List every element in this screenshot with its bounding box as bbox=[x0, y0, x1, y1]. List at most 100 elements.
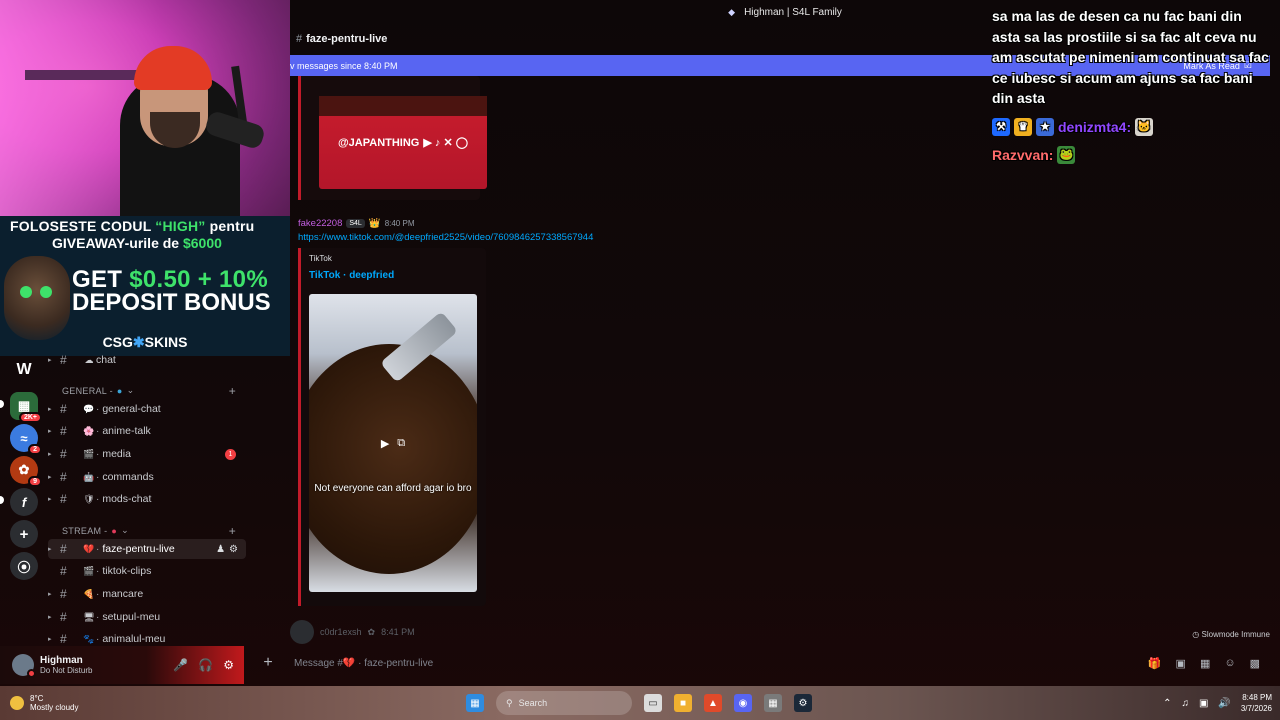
promo-brand-a: CSG bbox=[102, 334, 133, 350]
open-external-icon[interactable]: ⧉ bbox=[397, 437, 405, 450]
user-status: Do Not Disturb bbox=[40, 666, 93, 675]
promo-amount: $6000 bbox=[182, 235, 222, 251]
add-channel-icon[interactable]: + bbox=[229, 384, 236, 398]
message-composer[interactable]: + Message #💔 · faze-pentru-live 🎁 ▣ ▦ ☺ … bbox=[254, 650, 1274, 676]
clock[interactable]: 8:48 PM 3/7/2026 bbox=[1241, 692, 1272, 714]
video-caption: Not everyone can afford agar io bro bbox=[314, 483, 472, 494]
avatar[interactable] bbox=[12, 654, 36, 678]
collapse-arrow-icon: ▸ bbox=[48, 636, 52, 643]
channel-tools: ♟ ⚙ bbox=[216, 544, 238, 555]
mascot-eye-right bbox=[40, 286, 52, 298]
steam-icon[interactable]: ⚙ bbox=[794, 694, 812, 712]
sticker-icon[interactable]: ▦ bbox=[1200, 657, 1210, 670]
server-fire-icon[interactable]: ✿ 9 bbox=[10, 456, 42, 487]
overlay-row-1: ⚒ ♛ ★ denizmta4: 🐱 bbox=[992, 117, 1272, 138]
taskbar-search[interactable]: ⚲ Search bbox=[496, 691, 632, 715]
channel-item-setupul-meu[interactable]: ▸ # 🖥 · setupul-meu bbox=[48, 607, 246, 627]
message-author[interactable]: c0dr1exsh bbox=[320, 627, 362, 637]
separator-dot: · bbox=[96, 471, 100, 483]
app-icon: ◆ bbox=[728, 7, 735, 17]
channel-item-media[interactable]: ▸ # 🎬 · media 1 bbox=[48, 444, 246, 464]
moderator-badge-icon: ⚒ bbox=[992, 117, 1010, 136]
invite-icon[interactable]: ♟ bbox=[216, 544, 225, 555]
network-icon[interactable]: ▣ bbox=[1199, 698, 1208, 709]
weather-widget[interactable]: 8°C Mostly cloudy bbox=[10, 694, 78, 712]
channel-item-tiktok-clips[interactable]: # 🎬 · tiktok-clips bbox=[48, 561, 246, 581]
channel-item-chat[interactable]: ▸ # ☁ chat bbox=[48, 352, 246, 370]
channel-label: mancare bbox=[102, 588, 144, 600]
hash-icon: # bbox=[60, 542, 67, 556]
headphones-icon[interactable]: 🎧 bbox=[198, 658, 213, 672]
channel-emoji: 🍕 bbox=[83, 588, 95, 599]
file-explorer-icon[interactable]: ■ bbox=[674, 694, 692, 712]
channel-item-faze-pentru-live[interactable]: ▸ # 💔 · faze-pentru-live ♟ ⚙ bbox=[48, 539, 246, 559]
server-folder-icon[interactable]: ▦ 2K+ bbox=[10, 392, 42, 423]
message-author[interactable]: fake22208 bbox=[298, 218, 342, 229]
channel-emoji: 🌸 bbox=[83, 425, 95, 436]
avatar[interactable] bbox=[290, 620, 314, 644]
channel-emoji: 🎬 bbox=[83, 565, 95, 576]
next-message: c0dr1exsh ✿ 8:41 PM bbox=[290, 620, 415, 644]
message-link[interactable]: https://www.tiktok.com/@deepfried2525/vi… bbox=[298, 232, 593, 243]
channel-label: general-chat bbox=[102, 403, 161, 415]
channel-item-mancare[interactable]: ▸ # 🍕 · mancare bbox=[48, 584, 246, 604]
separator-dot: · bbox=[96, 588, 100, 600]
promo-line2-pre: GIVEAWAY-urile de bbox=[52, 235, 183, 251]
stream-chat-overlay: sa ma las de desen ca nu fac bani din as… bbox=[992, 6, 1272, 166]
embed-image[interactable]: @JAPANTHING ▶ ♪ ✕ ◯ bbox=[319, 96, 487, 189]
speaker-icon[interactable]: ♫ bbox=[1181, 698, 1189, 709]
channel-item-commands[interactable]: ▸ # 🤖 · commands bbox=[48, 467, 246, 487]
add-channel-icon[interactable]: + bbox=[229, 524, 236, 538]
separator-dot: · bbox=[96, 403, 100, 415]
user-controls: 🎤 🎧 ⚙ bbox=[173, 658, 234, 672]
gear-icon[interactable]: ⚙ bbox=[229, 544, 238, 555]
role-icon: 👑 bbox=[368, 218, 381, 229]
overlay-message: sa ma las de desen ca nu fac bani din as… bbox=[992, 8, 1269, 106]
channel-emoji: 🤖 bbox=[83, 471, 95, 482]
mention-badge: 1 bbox=[225, 448, 236, 460]
chevron-up-icon[interactable]: ⌃ bbox=[1163, 698, 1171, 709]
category-general[interactable]: GENERAL - ● ⌄ + bbox=[62, 384, 242, 398]
server-w-icon[interactable]: W bbox=[10, 356, 38, 384]
gift-icon[interactable]: 🎁 bbox=[1148, 657, 1162, 670]
role-icon: ✿ bbox=[367, 626, 376, 637]
embed-video[interactable]: ▶ ⧉ Not everyone can afford agar io bro bbox=[309, 294, 477, 592]
brave-icon[interactable]: ▲ bbox=[704, 694, 722, 712]
channel-label: tiktok-clips bbox=[102, 565, 152, 577]
microphone-icon[interactable]: 🎤 bbox=[173, 658, 188, 672]
hash-icon: # bbox=[60, 610, 67, 624]
gear-icon[interactable]: ⚙ bbox=[223, 658, 234, 672]
server-f-icon[interactable]: f bbox=[10, 488, 38, 516]
frog-emote-icon: 🐸 bbox=[1057, 146, 1076, 165]
channel-item-general-chat[interactable]: ▸ # 💬 · general-chat bbox=[48, 399, 246, 419]
start-icon[interactable]: ▦ bbox=[466, 694, 484, 712]
add-server-icon[interactable]: + bbox=[10, 520, 38, 548]
overlay-username: denizmta4: bbox=[1058, 118, 1132, 135]
volume-icon[interactable]: 🔊 bbox=[1218, 698, 1230, 709]
gif-icon[interactable]: ▣ bbox=[1176, 657, 1186, 670]
task-view-icon[interactable]: ▭ bbox=[644, 694, 662, 712]
separator-dot: · bbox=[96, 633, 100, 645]
category-stream[interactable]: STREAM - ● ⌄ + bbox=[62, 524, 242, 538]
discord-icon[interactable]: ◉ bbox=[734, 694, 752, 712]
webcam-feed bbox=[0, 0, 290, 216]
search-icon: ⚲ bbox=[506, 697, 513, 708]
brand-logo-icon: ✱ bbox=[132, 334, 145, 350]
apps-icon[interactable]: ▩ bbox=[1250, 657, 1260, 670]
channel-label: mods-chat bbox=[102, 493, 152, 505]
play-icon[interactable]: ▶ bbox=[381, 437, 389, 450]
attach-icon[interactable]: + bbox=[254, 654, 282, 672]
channel-item-mods-chat[interactable]: ▸ # 🛡 · mods-chat bbox=[48, 489, 246, 509]
hash-icon: # bbox=[60, 587, 67, 601]
discover-icon[interactable]: ⦿ bbox=[10, 552, 38, 580]
weather-icon bbox=[10, 696, 24, 710]
message-timestamp: 8:40 PM bbox=[384, 219, 415, 228]
channel-emoji: 💬 bbox=[83, 403, 95, 414]
embed-title[interactable]: TikTok · deepfried bbox=[309, 270, 394, 281]
calculator-icon[interactable]: ▦ bbox=[764, 694, 782, 712]
message-input[interactable]: Message #💔 · faze-pentru-live bbox=[294, 658, 433, 669]
emoji-icon[interactable]: ☺ bbox=[1224, 657, 1235, 670]
server-wave-icon[interactable]: ≈2 bbox=[10, 424, 42, 455]
user-info[interactable]: Highman Do Not Disturb bbox=[40, 655, 92, 675]
channel-item-anime-talk[interactable]: ▸ # 🌸 · anime-talk bbox=[48, 421, 246, 441]
